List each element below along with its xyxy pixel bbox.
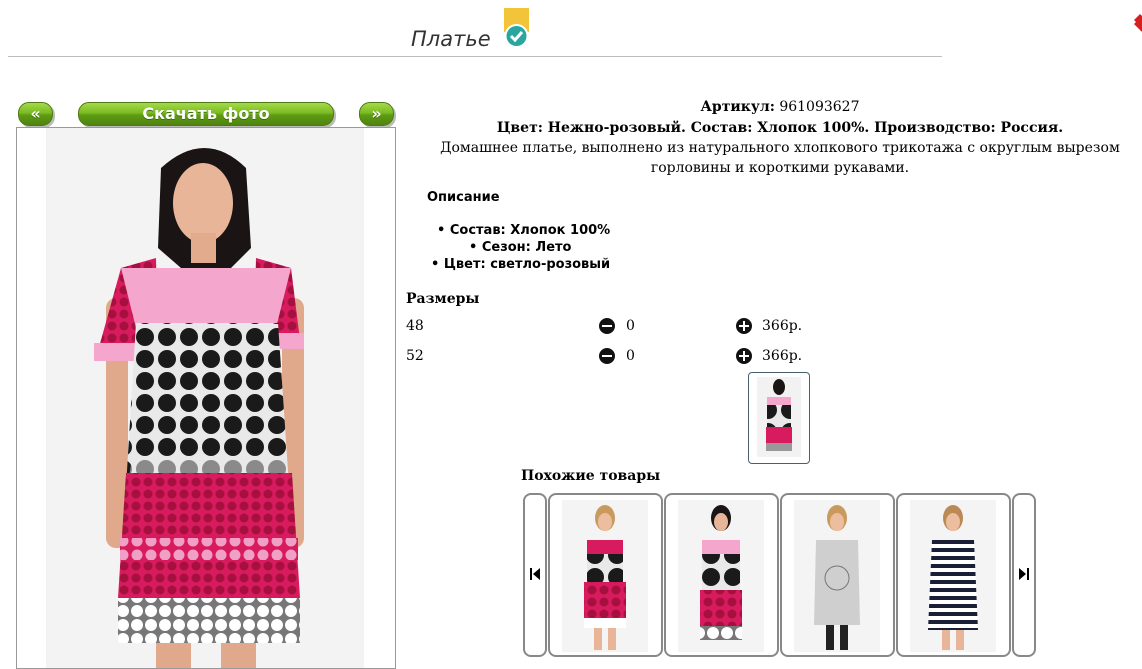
main-product-photo[interactable] bbox=[46, 128, 364, 668]
qty-value: 0 bbox=[626, 348, 635, 364]
product-description: Домашнее платье, выполнено из натурально… bbox=[440, 140, 1120, 176]
download-photo-button[interactable]: Скачать фото bbox=[78, 102, 334, 126]
header-divider bbox=[8, 56, 942, 57]
size-price: 366р. bbox=[762, 318, 803, 334]
thumbnail-image bbox=[757, 377, 801, 457]
page-title: Платье bbox=[411, 27, 491, 51]
sizes-heading: Размеры bbox=[406, 291, 480, 307]
similar-prev-button[interactable] bbox=[523, 493, 547, 657]
similar-next-button[interactable] bbox=[1012, 493, 1036, 657]
photo-thumbnail[interactable] bbox=[748, 372, 810, 464]
color-composition-line: Цвет: Нежно-розовый. Состав: Хлопок 100%… bbox=[496, 120, 1064, 136]
size-price: 366р. bbox=[762, 348, 803, 364]
size-label: 52 bbox=[406, 348, 424, 364]
property-item: • Сезон: Лето bbox=[469, 240, 572, 255]
next-photo-button[interactable]: » bbox=[359, 102, 394, 126]
similar-product-card[interactable] bbox=[896, 493, 1011, 657]
article-label: Артикул: bbox=[700, 99, 775, 115]
increase-qty-button[interactable] bbox=[736, 348, 752, 364]
increase-qty-button[interactable] bbox=[736, 318, 752, 334]
description-heading: Описание bbox=[427, 190, 500, 205]
close-icon[interactable] bbox=[1130, 10, 1142, 36]
property-item: • Цвет: светло-розовый bbox=[431, 257, 611, 272]
similar-product-image bbox=[562, 500, 648, 652]
decrease-qty-button[interactable] bbox=[599, 348, 615, 364]
skip-forward-icon bbox=[1019, 568, 1029, 580]
similar-product-card[interactable] bbox=[548, 493, 663, 657]
main-photo-frame bbox=[16, 127, 396, 669]
similar-product-image bbox=[910, 500, 996, 652]
article-number: 961093627 bbox=[779, 99, 860, 115]
similar-product-card[interactable] bbox=[780, 493, 895, 657]
property-item: • Состав: Хлопок 100% bbox=[437, 223, 611, 238]
similar-product-image bbox=[678, 500, 764, 652]
similar-product-card[interactable] bbox=[664, 493, 779, 657]
skip-back-icon bbox=[530, 568, 540, 580]
qty-value: 0 bbox=[626, 318, 635, 334]
decrease-qty-button[interactable] bbox=[599, 318, 615, 334]
similar-product-image bbox=[794, 500, 880, 652]
article-line: Артикул: 961093627 bbox=[420, 97, 1140, 117]
size-label: 48 bbox=[406, 318, 424, 334]
prev-photo-button[interactable]: « bbox=[18, 102, 53, 126]
verified-badge-icon bbox=[504, 8, 529, 48]
similar-products-heading: Похожие товары bbox=[521, 468, 661, 484]
